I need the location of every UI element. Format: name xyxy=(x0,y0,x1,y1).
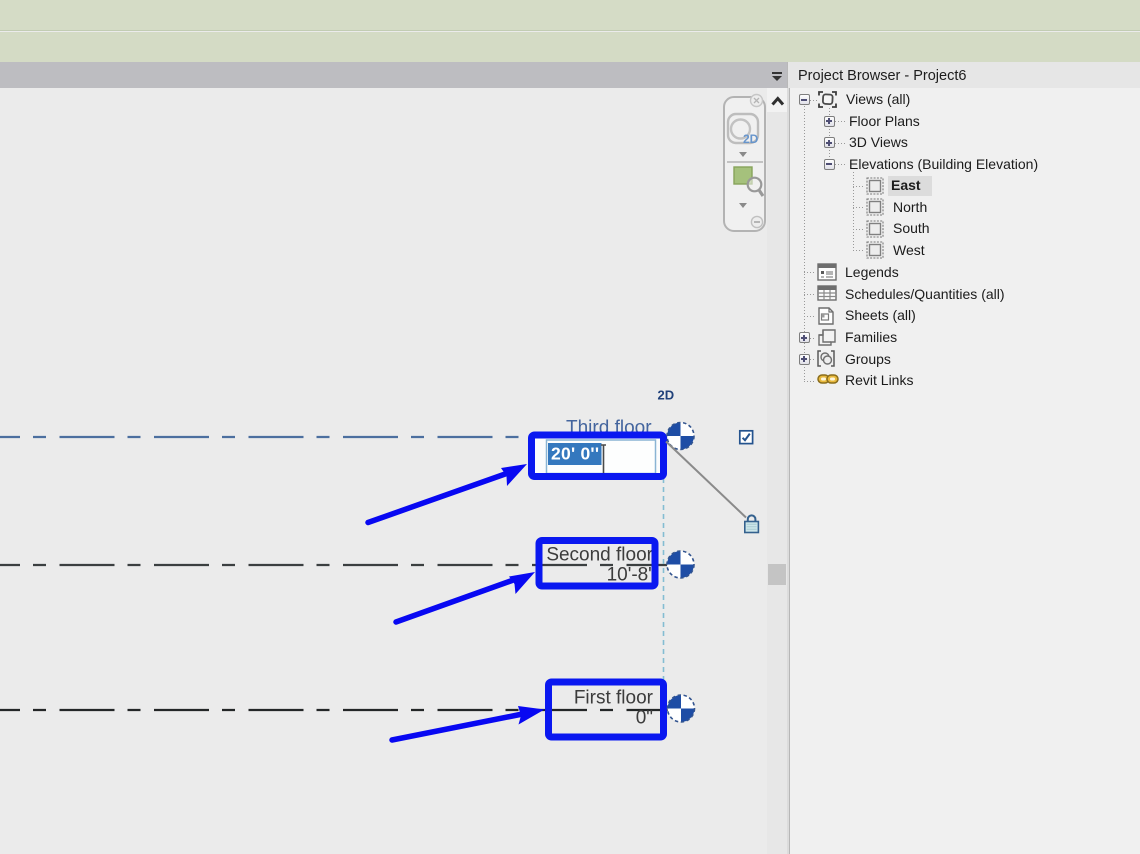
svg-text:20' 0'': 20' 0'' xyxy=(551,444,599,464)
svg-text:2D: 2D xyxy=(658,388,675,403)
svg-text:10'-8": 10'-8" xyxy=(607,565,655,586)
svg-text:First floor: First floor xyxy=(574,688,654,709)
svg-text:Second floor: Second floor xyxy=(546,545,653,566)
svg-text:0": 0" xyxy=(636,708,653,729)
